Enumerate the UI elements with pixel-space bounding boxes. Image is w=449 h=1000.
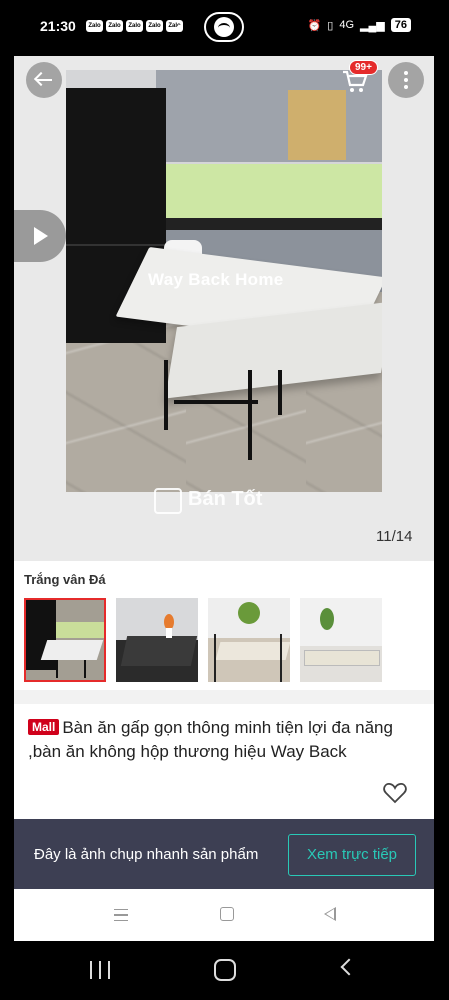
hotspot-indicator-icon bbox=[204, 12, 244, 42]
system-back-icon[interactable] bbox=[340, 958, 358, 976]
signal-label: 4G bbox=[339, 19, 355, 31]
snapshot-bar: Đây là ảnh chụp nhanh sản phẩm Xem trực … bbox=[14, 819, 434, 889]
play-icon[interactable] bbox=[14, 210, 66, 262]
zalo-notification-icon: Zalo bbox=[126, 20, 143, 32]
zalo-notification-icon: Zalo bbox=[106, 20, 123, 32]
brand-watermark-logo-icon bbox=[154, 488, 182, 514]
recent-apps-icon[interactable] bbox=[90, 961, 110, 979]
variant-name: Trắng vân Đá bbox=[24, 572, 106, 587]
variant-thumbnails bbox=[24, 598, 382, 682]
product-photo[interactable]: Way Back Home bbox=[66, 70, 382, 492]
vibrate-icon: ▯ bbox=[327, 19, 334, 32]
variant-thumbnail[interactable] bbox=[300, 598, 382, 682]
product-image-gallery[interactable]: Way Back Home 99+ Bán Tốt 11/14 bbox=[14, 56, 434, 561]
battery-icon: 76 bbox=[390, 18, 411, 32]
mall-badge: Mall bbox=[28, 719, 60, 735]
system-navigation-bar bbox=[0, 941, 449, 1000]
status-time: 21:30 bbox=[40, 18, 76, 34]
photo-watermark: Way Back Home bbox=[148, 270, 284, 289]
home-icon[interactable] bbox=[220, 907, 234, 921]
view-live-button[interactable]: Xem trực tiếp bbox=[288, 834, 416, 876]
more-vertical-icon[interactable] bbox=[388, 62, 424, 98]
variant-thumbnail[interactable] bbox=[116, 598, 198, 682]
back-triangle-icon[interactable] bbox=[324, 907, 336, 921]
system-home-icon[interactable] bbox=[214, 959, 236, 981]
product-title: Mall Bàn ăn gấp gọn thông minh tiện lợi đ… bbox=[28, 716, 428, 764]
zalo-notification-icon: Zalo bbox=[86, 20, 103, 32]
zalo-notification-icon: Zalo bbox=[146, 20, 163, 32]
back-arrow-icon[interactable] bbox=[26, 62, 62, 98]
variant-thumbnail[interactable] bbox=[24, 598, 106, 682]
product-title-text: Bàn ăn gấp gọn thông minh tiện lợi đa nă… bbox=[28, 718, 393, 761]
alarm-icon: ⏰ bbox=[307, 19, 322, 32]
brand-watermark: Bán Tốt bbox=[188, 488, 263, 510]
app-navigation-bar bbox=[14, 889, 434, 941]
status-right-icons: ⏰ ▯ 4G ▂▄▆ 76 bbox=[308, 18, 411, 32]
cart-badge: 99+ bbox=[349, 60, 378, 75]
image-counter: 11/14 bbox=[376, 528, 413, 545]
snapshot-notice: Đây là ảnh chụp nhanh sản phẩm bbox=[34, 846, 259, 863]
menu-icon[interactable] bbox=[114, 909, 128, 921]
status-bar: 21:30 Zalo Zalo Zalo Zalo Zalo • ⏰ ▯ 4G … bbox=[0, 0, 449, 56]
heart-icon[interactable] bbox=[382, 780, 408, 806]
variant-thumbnail[interactable] bbox=[208, 598, 290, 682]
notification-icons: Zalo Zalo Zalo Zalo Zalo bbox=[86, 20, 183, 32]
product-snapshot-screen: Way Back Home 99+ Bán Tốt 11/14 Trắng vâ… bbox=[14, 56, 434, 941]
more-notifications-dot: • bbox=[177, 18, 182, 34]
section-divider bbox=[14, 690, 434, 704]
signal-icon: ▂▄▆ bbox=[360, 19, 385, 32]
